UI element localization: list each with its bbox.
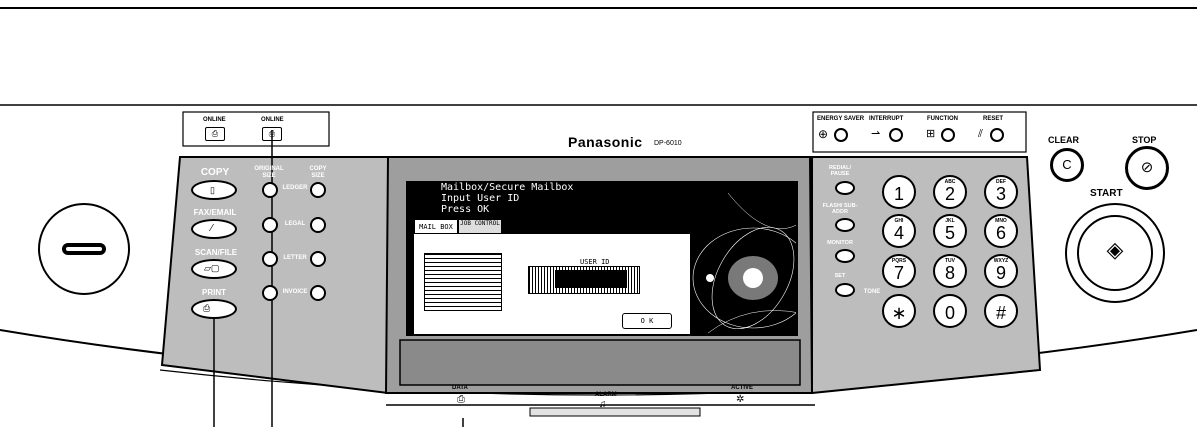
keypad-6[interactable]: MNO 6 bbox=[984, 214, 1018, 248]
reset-icon: ⫽ bbox=[978, 128, 983, 140]
online-print-icon: ⎙ bbox=[262, 127, 282, 141]
copy-size-legal-button[interactable] bbox=[310, 217, 326, 233]
keypad-2[interactable]: ABC 2 bbox=[933, 175, 967, 209]
redial-pause-label: REDIAL/ PAUSE bbox=[829, 165, 851, 177]
energy-saver-label: ENERGY SAVER bbox=[817, 116, 865, 122]
keypad-hash[interactable]: # bbox=[984, 294, 1018, 328]
print-mode-button[interactable]: ⎙ bbox=[191, 299, 237, 319]
lcd-line-1: Mailbox/Secure Mailbox bbox=[441, 182, 574, 193]
reset-label: RESET bbox=[983, 116, 1004, 122]
keypad-8[interactable]: TUV 8 bbox=[933, 254, 967, 288]
copy-size-heading: COPY SIZE bbox=[309, 166, 327, 179]
ok-button[interactable]: O K bbox=[622, 313, 672, 329]
size-legal-label: LEGAL bbox=[284, 221, 306, 227]
data-led-icon: ⎙ bbox=[457, 394, 465, 405]
interrupt-icon: ⇀ bbox=[871, 128, 881, 140]
keypad-5[interactable]: JKL 5 bbox=[933, 214, 967, 248]
fax-email-label: FAX/EMAIL bbox=[193, 208, 237, 217]
keypad-4[interactable]: GHI 4 bbox=[882, 214, 916, 248]
interrupt-button[interactable] bbox=[889, 128, 903, 142]
original-size-heading: ORIGINAL SIZE bbox=[254, 166, 284, 179]
mailbox-list-graphic bbox=[424, 253, 502, 311]
stop-label: STOP bbox=[1132, 135, 1157, 145]
monitor-button[interactable] bbox=[835, 249, 855, 263]
clear-label: CLEAR bbox=[1048, 135, 1079, 145]
active-led-icon: ✲ bbox=[736, 394, 745, 405]
stop-icon: ⊘ bbox=[1140, 159, 1154, 176]
user-id-input-box[interactable] bbox=[555, 270, 627, 288]
interrupt-label: INTERRUPT bbox=[869, 116, 904, 122]
original-size-invoice-button[interactable] bbox=[262, 285, 278, 301]
flash-label: FLASH/ SUB-ADDR bbox=[822, 203, 858, 215]
reset-button[interactable] bbox=[990, 128, 1004, 142]
brand-logo: Panasonic bbox=[568, 134, 643, 150]
original-size-legal-button[interactable] bbox=[262, 217, 278, 233]
clear-button[interactable]: C bbox=[1050, 148, 1084, 182]
keypad-0[interactable]: 0 bbox=[933, 294, 967, 328]
scan-file-mode-button[interactable]: ▱▢ bbox=[191, 259, 237, 279]
size-invoice-label: INVOICE bbox=[282, 289, 308, 295]
start-button-inner[interactable]: ◈ bbox=[1077, 215, 1153, 291]
start-icon: ◈ bbox=[1106, 237, 1124, 262]
function-label: FUNCTION bbox=[927, 116, 958, 122]
stop-button[interactable]: ⊘ bbox=[1125, 146, 1169, 190]
fax-email-mode-button[interactable]: ⁄ bbox=[191, 219, 237, 239]
user-id-label: USER ID bbox=[580, 258, 610, 266]
original-size-ledger-button[interactable] bbox=[262, 182, 278, 198]
online-label-right: ONLINE bbox=[261, 117, 284, 123]
energy-saver-icon: ⊕ bbox=[818, 127, 829, 141]
tone-label: TONE bbox=[863, 289, 881, 295]
redial-pause-button[interactable] bbox=[835, 181, 855, 195]
keypad-star[interactable]: ∗ bbox=[882, 294, 916, 328]
energy-saver-button[interactable] bbox=[834, 128, 848, 142]
keypad-7[interactable]: PQRS 7 bbox=[882, 254, 916, 288]
print-label: PRINT bbox=[202, 288, 226, 297]
active-led-label: ACTIVE bbox=[731, 385, 754, 391]
paper-release-icon bbox=[62, 243, 106, 255]
tab-job-control-label: JOB CONTROL bbox=[460, 220, 500, 227]
copy-size-ledger-button[interactable] bbox=[310, 182, 326, 198]
size-ledger-label: LEDGER bbox=[282, 185, 308, 191]
copy-mode-button[interactable]: ▯ bbox=[191, 180, 237, 200]
lcd-line-3: Press OK bbox=[441, 204, 490, 215]
alarm-led-label: ALARM bbox=[595, 392, 617, 398]
online-fax-icon: ⎙ bbox=[205, 127, 225, 141]
ok-button-label: O K bbox=[640, 317, 654, 325]
copy-label: COPY bbox=[200, 167, 230, 178]
monitor-label: MONITOR bbox=[827, 240, 853, 246]
online-label-left: ONLINE bbox=[203, 117, 226, 123]
set-button[interactable] bbox=[835, 283, 855, 297]
pen-icon: ⁄ bbox=[211, 223, 213, 234]
scan-file-label: SCAN/FILE bbox=[194, 248, 238, 257]
flash-button[interactable] bbox=[835, 218, 855, 232]
copy-size-invoice-button[interactable] bbox=[310, 285, 326, 301]
printer-icon: ⎙ bbox=[203, 303, 211, 313]
original-size-letter-button[interactable] bbox=[262, 251, 278, 267]
clear-key-glyph: C bbox=[1062, 157, 1072, 172]
keypad-3[interactable]: DEF 3 bbox=[984, 175, 1018, 209]
keypad-1[interactable]: 1 bbox=[882, 175, 916, 209]
function-button[interactable] bbox=[941, 128, 955, 142]
copy-size-letter-button[interactable] bbox=[310, 251, 326, 267]
function-icon: ⊞ bbox=[926, 128, 936, 140]
set-label: SET bbox=[834, 273, 846, 279]
copy-icon: ▯ bbox=[210, 185, 215, 195]
start-label: START bbox=[1090, 188, 1123, 199]
scan-icon: ▱▢ bbox=[204, 263, 220, 273]
model-number: DP-6010 bbox=[654, 140, 682, 147]
size-letter-label: LETTER bbox=[283, 255, 307, 261]
tab-mail-box-label: MAIL BOX bbox=[419, 223, 453, 231]
alarm-led-icon: ♫ bbox=[599, 399, 607, 410]
keypad-9[interactable]: WXYZ 9 bbox=[984, 254, 1018, 288]
data-led-label: DATA bbox=[452, 385, 468, 391]
lcd-line-2: Input User ID bbox=[441, 193, 520, 204]
